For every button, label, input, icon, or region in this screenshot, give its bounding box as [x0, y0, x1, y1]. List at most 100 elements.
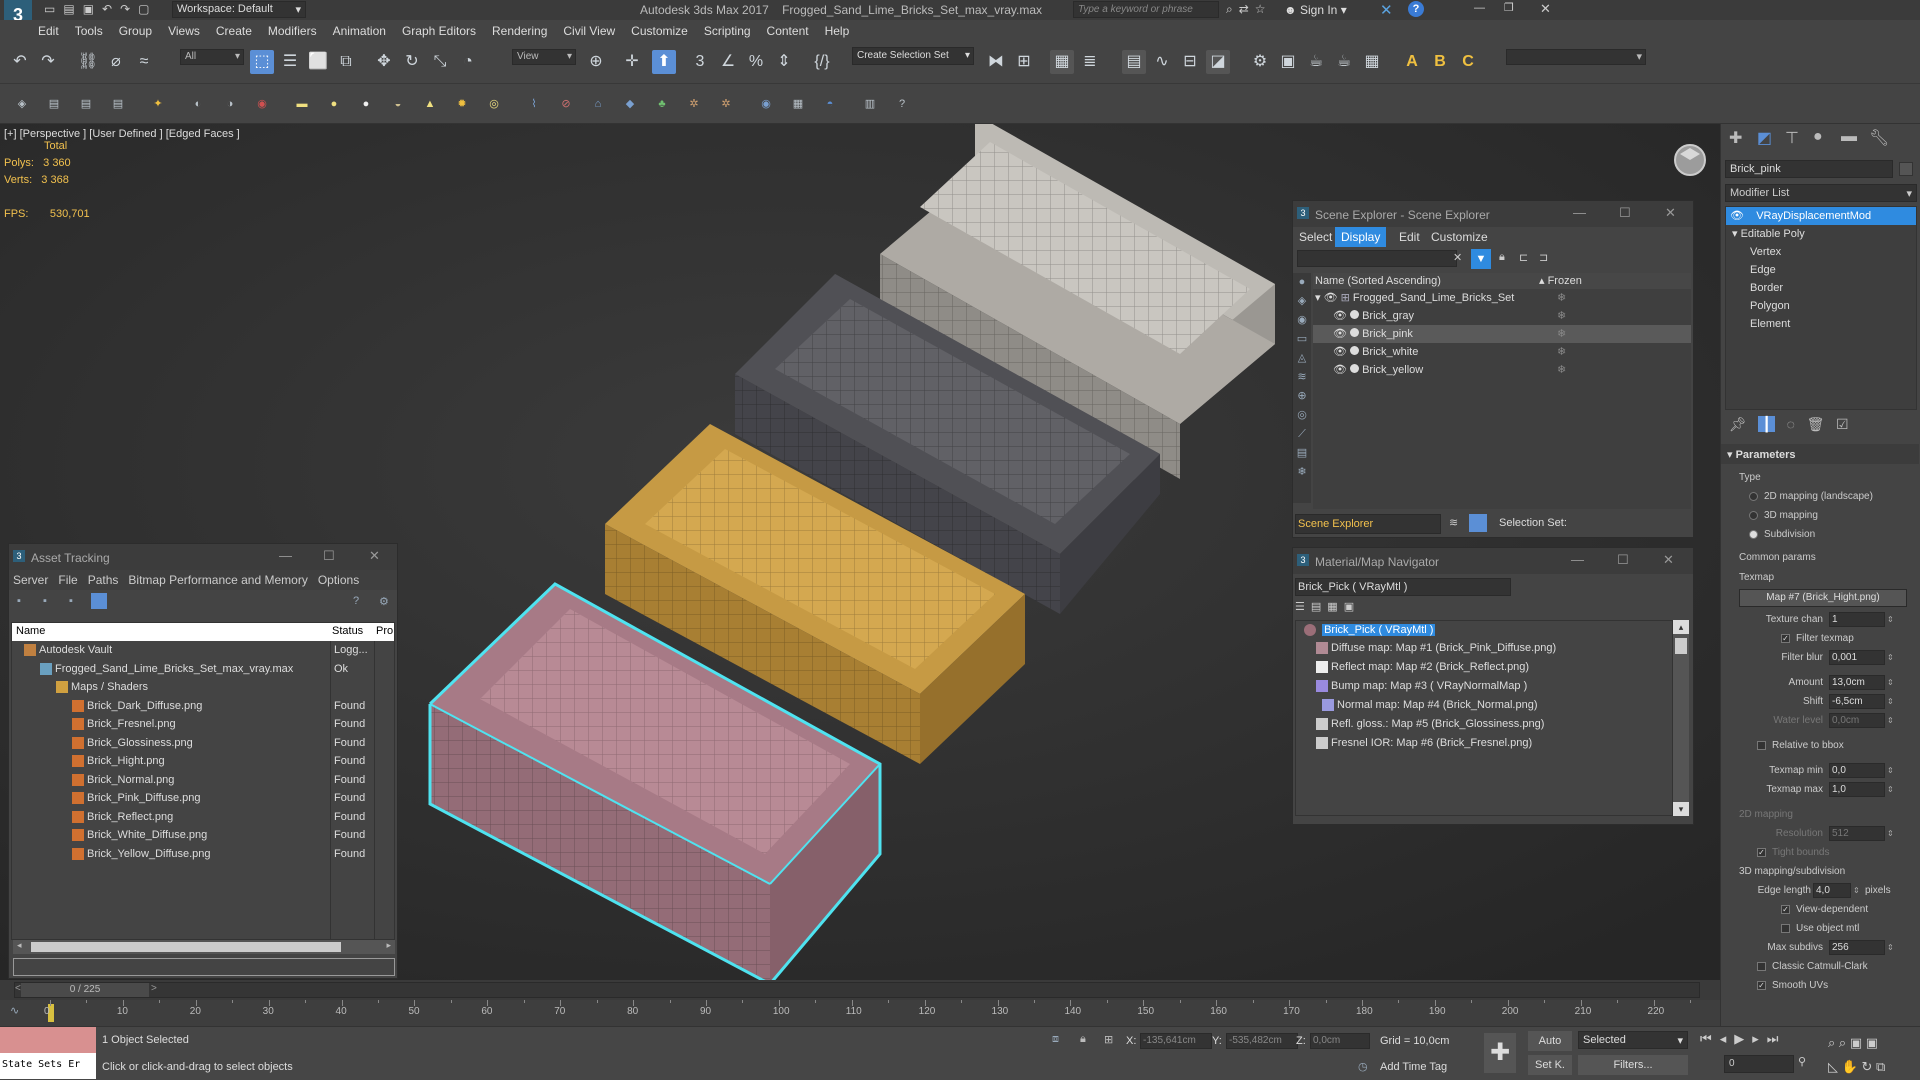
material-map-item[interactable]: Reflect map: Map #2 (Brick_Reflect.png)	[1296, 658, 1672, 677]
close-button[interactable]: ✕	[369, 548, 380, 564]
display-xrefs-icon[interactable]: ◎	[1293, 406, 1311, 425]
text-c-icon[interactable]: C	[1456, 50, 1480, 74]
display-cameras-icon[interactable]: ▭	[1293, 330, 1311, 349]
tool-icon[interactable]: ⌂	[590, 96, 606, 112]
layers-icon[interactable]: ≋	[1449, 516, 1458, 529]
angle-snap-icon[interactable]: ∠	[716, 50, 740, 74]
x-icon[interactable]: ✕	[1380, 1, 1393, 19]
render-grid-icon[interactable]: ▦	[1360, 50, 1384, 74]
selection-filter-dropdown[interactable]: All ▾	[180, 49, 244, 65]
sun-icon[interactable]: ✹	[454, 96, 470, 112]
absolute-mode-icon[interactable]: ⊞	[1104, 1033, 1113, 1046]
asset-row[interactable]: Brick_Yellow_Diffuse.png Found	[12, 845, 394, 864]
view-icon[interactable]: ▪	[43, 595, 47, 607]
tool-icon[interactable]: ◓	[822, 96, 838, 112]
set-key-icon[interactable]: ✚	[1484, 1033, 1516, 1073]
material-map-item[interactable]: Diffuse map: Map #1 (Brick_Pink_Diffuse.…	[1296, 639, 1672, 658]
state-sets-field[interactable]: State Sets Er	[0, 1053, 96, 1079]
list-view-icon[interactable]: ☰	[1295, 601, 1311, 613]
param-spinner[interactable]: Shift -6,5cm ⇕	[1721, 692, 1919, 711]
display-frozen-icon[interactable]: ❄	[1293, 463, 1311, 482]
pan-icon[interactable]: ✋	[1842, 1059, 1858, 1074]
layer-explorer-icon[interactable]: ≣	[1078, 50, 1102, 74]
frozen-icon[interactable]: ❄	[1557, 361, 1566, 379]
window-crossing-icon[interactable]: ⧉	[334, 50, 358, 74]
y-coordinate-field[interactable]: -535,482cm	[1226, 1033, 1298, 1049]
key-mode-icon[interactable]: ⚲	[1798, 1055, 1806, 1068]
object-color-swatch[interactable]	[1899, 162, 1913, 176]
eye-icon[interactable]: 👁︎	[1333, 310, 1347, 322]
type-3d-radio[interactable]: 3D mapping	[1739, 506, 1919, 525]
param-spinner[interactable]: Resolution 512 ⇕	[1721, 824, 1919, 843]
scale-icon[interactable]: ⤡	[428, 50, 452, 74]
previous-frame-icon[interactable]: ◂	[1720, 1031, 1735, 1046]
tool-icon[interactable]: ▤	[46, 96, 62, 112]
chevron-right-icon[interactable]: ▸	[386, 940, 391, 951]
mirror-icon[interactable]: ⧓	[984, 50, 1008, 74]
asset-row[interactable]: Brick_Reflect.png Found	[12, 808, 394, 827]
sign-in-button[interactable]: ☻ Sign In ▾	[1284, 3, 1347, 17]
horizontal-scrollbar[interactable]: ◂ ▸	[13, 940, 395, 954]
current-material-field[interactable]: Brick_Pick ( VRayMtl )	[1295, 578, 1511, 596]
subobject-vertex[interactable]: Vertex	[1726, 243, 1916, 261]
next-frame-icon[interactable]: ▸	[1752, 1031, 1767, 1046]
undo-icon[interactable]: ↶	[8, 50, 32, 74]
rendered-frame-window-icon[interactable]: ▣	[1276, 50, 1300, 74]
x-coordinate-field[interactable]: -135,641cm	[1140, 1033, 1212, 1049]
menu-group[interactable]: Group	[111, 20, 160, 38]
vertical-scrollbar[interactable]: ▴ ▾	[1673, 620, 1689, 816]
modify-tab-icon[interactable]: ◩	[1757, 128, 1772, 148]
material-map-item[interactable]: Normal map: Map #4 (Brick_Normal.png)	[1296, 696, 1672, 715]
show-end-result-icon[interactable]: ┃	[1758, 416, 1775, 432]
settings-icon[interactable]: ⚙	[379, 595, 389, 608]
param-checkbox[interactable]: ✓ Filter texmap	[1721, 629, 1919, 648]
time-slider[interactable]: < 0 / 225 >	[14, 982, 1700, 998]
eye-icon[interactable]: 👁︎	[1333, 364, 1347, 376]
remove-modifier-icon[interactable]: 🗑︎	[1807, 416, 1825, 432]
orbit-icon[interactable]: ↻	[1861, 1059, 1872, 1074]
param-spinner[interactable]: Filter blur 0,001 ⇕	[1721, 648, 1919, 667]
tab-customize[interactable]: Customize	[1431, 230, 1488, 244]
frame-indicator[interactable]: 0 / 225	[21, 983, 149, 997]
make-unique-icon[interactable]: ◌	[1787, 416, 1795, 432]
restore-button[interactable]: ☐	[1619, 205, 1631, 221]
zoom-icon[interactable]: ⌕	[1828, 1035, 1835, 1050]
curve-editor-icon[interactable]: ∿	[1150, 50, 1174, 74]
ribbon-icon[interactable]: ▤	[1122, 50, 1146, 74]
chevron-left-icon[interactable]: <	[15, 983, 21, 994]
tool-icon[interactable]: ⌇	[526, 96, 542, 112]
view-icon[interactable]: ▪	[69, 595, 73, 607]
asset-menu-file[interactable]: File	[58, 573, 77, 587]
sphere-icon[interactable]: ●	[358, 96, 374, 112]
asset-row[interactable]: Brick_White_Diffuse.png Found	[12, 826, 394, 845]
chevron-right-icon[interactable]: >	[151, 983, 157, 994]
scene-search-input[interactable]	[1297, 250, 1457, 267]
menu-help[interactable]: Help	[817, 20, 858, 38]
render-production-icon[interactable]: ☕	[1304, 50, 1328, 74]
asset-row[interactable]: Maps / Shaders	[12, 678, 394, 697]
frozen-icon[interactable]: ❄	[1557, 289, 1566, 307]
chevron-down-icon[interactable]: ▾	[1673, 802, 1689, 816]
list-icons-view-icon[interactable]: ▤	[1311, 601, 1327, 613]
rectangular-selection-icon[interactable]: ⬜	[306, 50, 330, 74]
save-icon[interactable]: ▣	[83, 2, 102, 16]
field-of-view-icon[interactable]: ◺	[1828, 1059, 1838, 1074]
subobject-element[interactable]: Element	[1726, 315, 1916, 333]
display-tab-icon[interactable]: ▬	[1841, 128, 1857, 146]
small-icons-view-icon[interactable]: ▦	[1327, 601, 1343, 613]
hierarchy-icon[interactable]: ⊏	[1519, 251, 1528, 264]
texmap-button[interactable]: Map #7 (Brick_Hight.png)	[1739, 589, 1907, 607]
menu-rendering[interactable]: Rendering	[484, 20, 555, 38]
view-icon[interactable]	[91, 593, 107, 609]
col-name[interactable]: Name	[16, 625, 45, 637]
spinner-snap-icon[interactable]: ⇕	[772, 50, 796, 74]
display-groups-icon[interactable]: ⊕	[1293, 387, 1311, 406]
modifier-list-dropdown[interactable]: Modifier List ▾	[1725, 184, 1917, 202]
param-spinner[interactable]: Max subdivs 256 ⇕	[1721, 938, 1919, 957]
workspace-dropdown[interactable]: Workspace: Default ▾	[172, 1, 306, 18]
reference-coordinate-dropdown[interactable]: View ▾	[512, 49, 576, 65]
new-file-icon[interactable]: ▭	[44, 2, 63, 16]
material-map-item[interactable]: Bump map: Map #3 ( VRayNormalMap )	[1296, 677, 1672, 696]
display-containers-icon[interactable]: ▤	[1293, 444, 1311, 463]
minimize-button[interactable]: —	[1474, 2, 1485, 14]
